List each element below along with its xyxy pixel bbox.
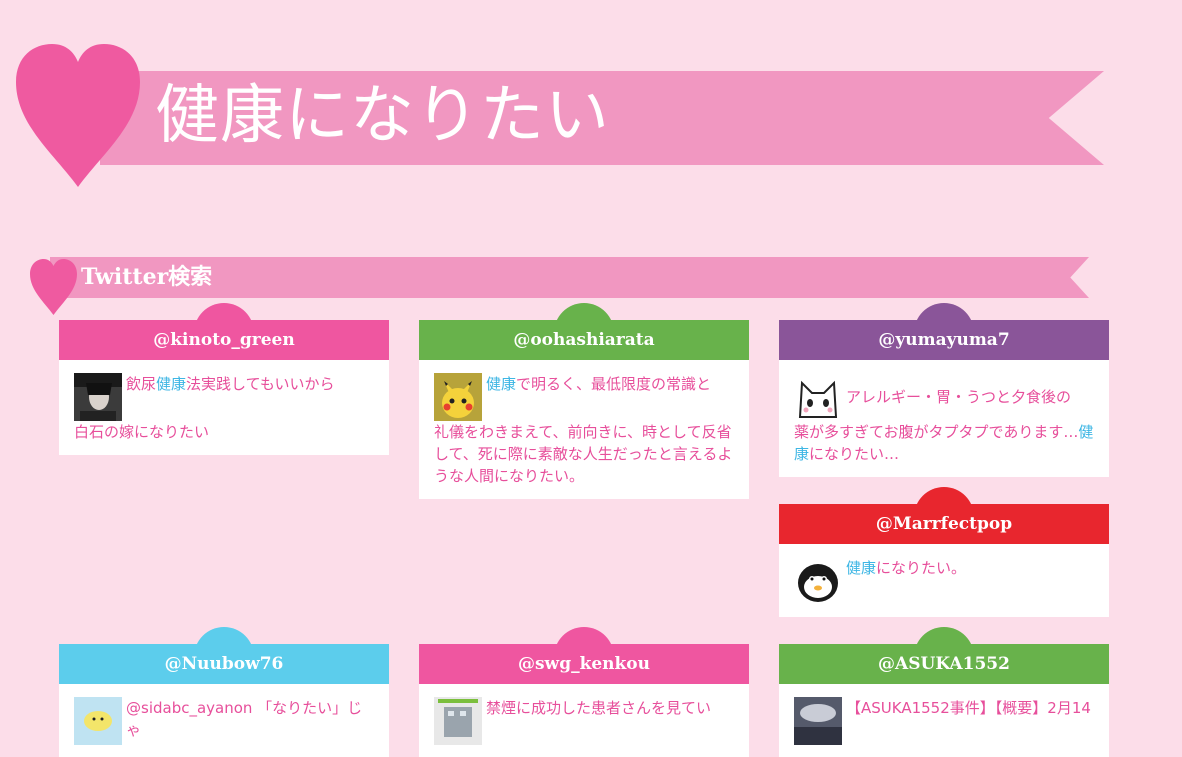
tweet-username[interactable]: @kinoto_green [59, 320, 389, 360]
tweet-text: になりたい。 [876, 559, 967, 577]
tweet-body: 健康で明るく、最低限度の常識と 礼儀をわきまえて、前向きに、時として反省して、死… [419, 360, 749, 499]
tweet-username[interactable]: @ASUKA1552 [779, 644, 1109, 684]
page-title: 健康になりたい [155, 79, 610, 153]
tweet-username[interactable]: @Marrfectpop [779, 504, 1109, 544]
tweet-card[interactable]: @Marrfectpop 健康になりたい。 [779, 487, 1109, 617]
tweet-username[interactable]: @oohashiarata [419, 320, 749, 360]
avatar[interactable] [434, 697, 482, 745]
tweet-body: @sidabc_ayanon 「なりたい」じゃ [59, 684, 389, 757]
tweet-body: 健康になりたい。 [779, 544, 1109, 617]
heart-icon [16, 44, 140, 187]
tweet-text: @sidabc_ayanon 「なりたい」じゃ [126, 699, 363, 739]
keyword-highlight[interactable]: 健康 [486, 375, 516, 393]
section-title: Twitter検索 [81, 264, 213, 290]
tweet-text: 法実践してもいいから [186, 375, 335, 393]
tweet-card[interactable]: @swg_kenkou 禁煙に成功した患者さんを見てい [419, 627, 749, 757]
avatar[interactable] [794, 373, 842, 421]
tweet-body: 飲尿健康法実践してもいいから 白石の嫁になりたい [59, 360, 389, 455]
tweet-text: アレルギー・胃・うつと夕食後の [846, 388, 1072, 406]
keyword-highlight[interactable]: 健康 [156, 375, 186, 393]
avatar[interactable] [794, 557, 842, 605]
tweet-username[interactable]: @yumayuma7 [779, 320, 1109, 360]
avatar[interactable] [74, 697, 122, 745]
avatar[interactable] [794, 697, 842, 745]
tweet-body: 【ASUKA1552事件】【概要】2月14 [779, 684, 1109, 757]
tweet-text: 薬が多すぎてお腹がタプタプであります… [794, 423, 1079, 441]
tweet-text: 白石の嫁になりたい [74, 423, 210, 441]
keyword-highlight[interactable]: 健康 [846, 559, 876, 577]
tweet-username[interactable]: @swg_kenkou [419, 644, 749, 684]
tweet-text: 【ASUKA1552事件】【概要】2月14 [846, 699, 1091, 717]
tweet-text: 禁煙に成功した患者さんを見てい [486, 699, 712, 717]
avatar[interactable] [74, 373, 122, 421]
heart-icon [30, 259, 77, 315]
tweet-text: になりたい… [809, 445, 900, 463]
tweet-card[interactable]: @yumayuma7 アレルギー・胃・うつと夕食後の 薬が多すぎてお腹がタプタプ… [779, 303, 1109, 477]
tweet-card[interactable]: @ASUKA1552 【ASUKA1552事件】【概要】2月14 [779, 627, 1109, 757]
tweet-text: で明るく、最低限度の常識と [516, 375, 712, 393]
tweet-body: アレルギー・胃・うつと夕食後の 薬が多すぎてお腹がタプタプであります…健康になり… [779, 360, 1109, 477]
tweet-text: 飲尿 [126, 375, 157, 393]
tweet-body: 禁煙に成功した患者さんを見てい [419, 684, 749, 757]
tweet-text: 礼儀をわきまえて、前向きに、時として反省して、死に際に素敵な人生だったと言えるよ… [434, 423, 733, 485]
tweet-card[interactable]: @Nuubow76 @sidabc_ayanon 「なりたい」じゃ [59, 627, 389, 757]
tweet-username[interactable]: @Nuubow76 [59, 644, 389, 684]
tweet-card[interactable]: @oohashiarata 健康で明るく、最低限度の常識と 礼儀をわきまえて、前… [419, 303, 749, 499]
tweet-card[interactable]: @kinoto_green 飲尿健康法実践してもいいから 白石の嫁になりたい [59, 303, 389, 455]
avatar[interactable] [434, 373, 482, 421]
